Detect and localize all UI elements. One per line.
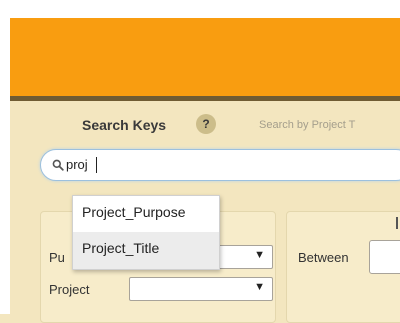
text-caret (96, 157, 97, 173)
purpose-label: Pu (49, 250, 65, 265)
between-start-input[interactable] (369, 240, 400, 274)
search-input-value: proj (66, 157, 88, 172)
chevron-down-icon: ▼ (254, 281, 265, 293)
autocomplete-dropdown: Project_Purpose Project_Title (72, 195, 220, 270)
help-question-icon[interactable]: ? (196, 114, 216, 134)
window-frame-left (0, 0, 10, 314)
orange-header-bar (10, 18, 400, 96)
search-keys-title: Search Keys (82, 117, 167, 133)
window-frame-top (10, 0, 400, 18)
autocomplete-item-highlighted[interactable]: Project_Title (73, 232, 219, 269)
right-box-heading-fragment (396, 217, 398, 229)
chevron-down-icon: ▼ (254, 249, 265, 261)
search-input[interactable]: proj (40, 149, 400, 181)
between-label: Between (298, 250, 349, 265)
magnifier-icon (52, 159, 64, 171)
project-select[interactable]: ▼ (129, 277, 273, 301)
search-by-hint: Search by Project T (259, 119, 356, 131)
project-label: Project (49, 282, 90, 297)
autocomplete-item[interactable]: Project_Purpose (73, 196, 219, 232)
